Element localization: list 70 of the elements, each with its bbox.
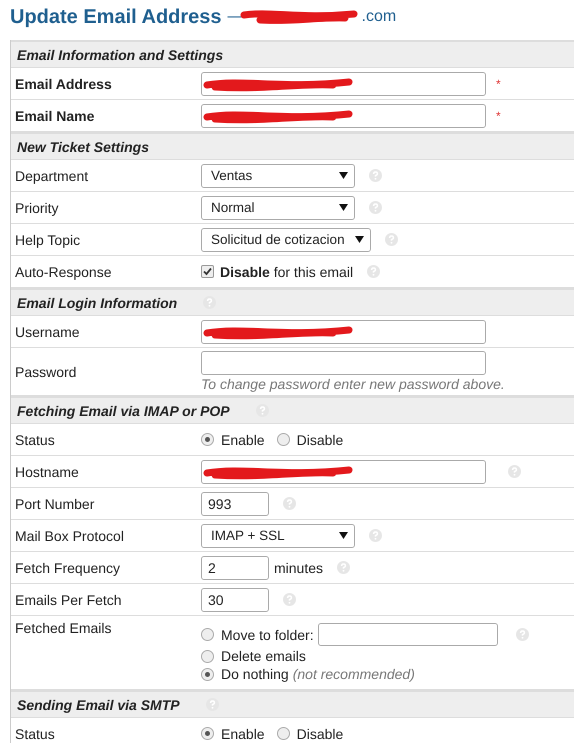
field-label: Hostname <box>14 464 80 480</box>
hint-text: To change password enter new password above. <box>201 376 506 392</box>
field-label: Mail Box Protocol <box>14 528 125 544</box>
field-label: Email Name <box>14 108 96 124</box>
dropdown[interactable]: IMAP + SSL <box>201 524 355 548</box>
radio-label: Enable <box>221 726 265 742</box>
help-icon[interactable] <box>283 497 296 510</box>
field-label: Status <box>14 726 56 742</box>
help-icon[interactable] <box>369 529 382 542</box>
section-title: New Ticket Settings <box>17 138 150 154</box>
input-field[interactable]: 993 <box>201 492 269 516</box>
field-label: Department <box>14 168 90 184</box>
dropdown[interactable]: Ventas <box>201 164 355 188</box>
field-label: Auto-Response <box>14 264 113 280</box>
field-label: Help Topic <box>14 232 82 248</box>
radio-button[interactable] <box>276 727 290 740</box>
help-icon[interactable] <box>369 201 382 214</box>
field-label: Email Address <box>14 76 113 92</box>
help-icon[interactable] <box>283 593 296 606</box>
page-title: Update Email Address <box>10 6 222 28</box>
help-icon[interactable] <box>516 628 529 641</box>
field-label: Port Number <box>14 496 96 512</box>
help-icon[interactable] <box>384 233 398 246</box>
radio-button[interactable] <box>201 668 214 680</box>
radio-button[interactable] <box>201 650 214 662</box>
help-icon[interactable] <box>337 561 350 574</box>
radio-label: Move to folder: <box>221 626 314 642</box>
section-title: Email Login Information <box>17 294 178 310</box>
radio-button[interactable] <box>201 727 214 740</box>
input-field[interactable]: 2 <box>201 556 269 580</box>
field-label: Fetch Frequency <box>14 560 122 576</box>
caret-icon <box>354 236 364 243</box>
radio-label: Enable <box>221 432 265 448</box>
required-mark: * <box>496 76 501 90</box>
caret-icon <box>339 204 348 211</box>
field-label: Username <box>14 324 81 340</box>
section-title: Fetching Email via IMAP or POP <box>17 402 230 418</box>
section-title: Sending Email via SMTP <box>17 696 180 712</box>
radio-label: Do nothing <box>221 666 289 682</box>
input-field[interactable]: 30 <box>201 588 269 612</box>
radio-button[interactable] <box>201 628 214 641</box>
note-text: (not recommended) <box>292 666 415 682</box>
dropdown[interactable]: Solicitud de cotizacion <box>201 228 371 252</box>
help-icon[interactable] <box>203 296 216 309</box>
email-domain: .com <box>362 8 396 26</box>
field-label: Password <box>14 364 78 380</box>
section-title: Email Information and Settings <box>17 46 224 62</box>
help-icon[interactable] <box>256 404 269 417</box>
field-label: Priority <box>14 200 60 216</box>
folder-field[interactable] <box>318 623 498 646</box>
checkbox-label: Disable for this email <box>220 264 354 280</box>
help-icon[interactable] <box>367 265 380 278</box>
field-label: Emails Per Fetch <box>14 592 123 608</box>
dropdown[interactable]: Normal <box>201 196 355 220</box>
help-icon[interactable] <box>508 465 521 478</box>
checkbox[interactable] <box>201 265 214 278</box>
help-icon[interactable] <box>206 698 219 711</box>
field-label: Status <box>14 432 56 448</box>
input-field[interactable] <box>201 351 486 375</box>
field-label: Fetched Emails <box>14 620 112 636</box>
unit-label: minutes <box>274 560 324 576</box>
radio-button[interactable] <box>276 433 290 446</box>
radio-label: Disable <box>296 432 344 448</box>
caret-icon <box>339 172 348 179</box>
radio-label: Disable <box>296 726 344 742</box>
radio-button[interactable] <box>201 433 214 446</box>
help-icon[interactable] <box>369 169 382 182</box>
required-mark: * <box>496 108 501 122</box>
caret-icon <box>339 532 348 539</box>
radio-label: Delete emails <box>221 648 306 664</box>
